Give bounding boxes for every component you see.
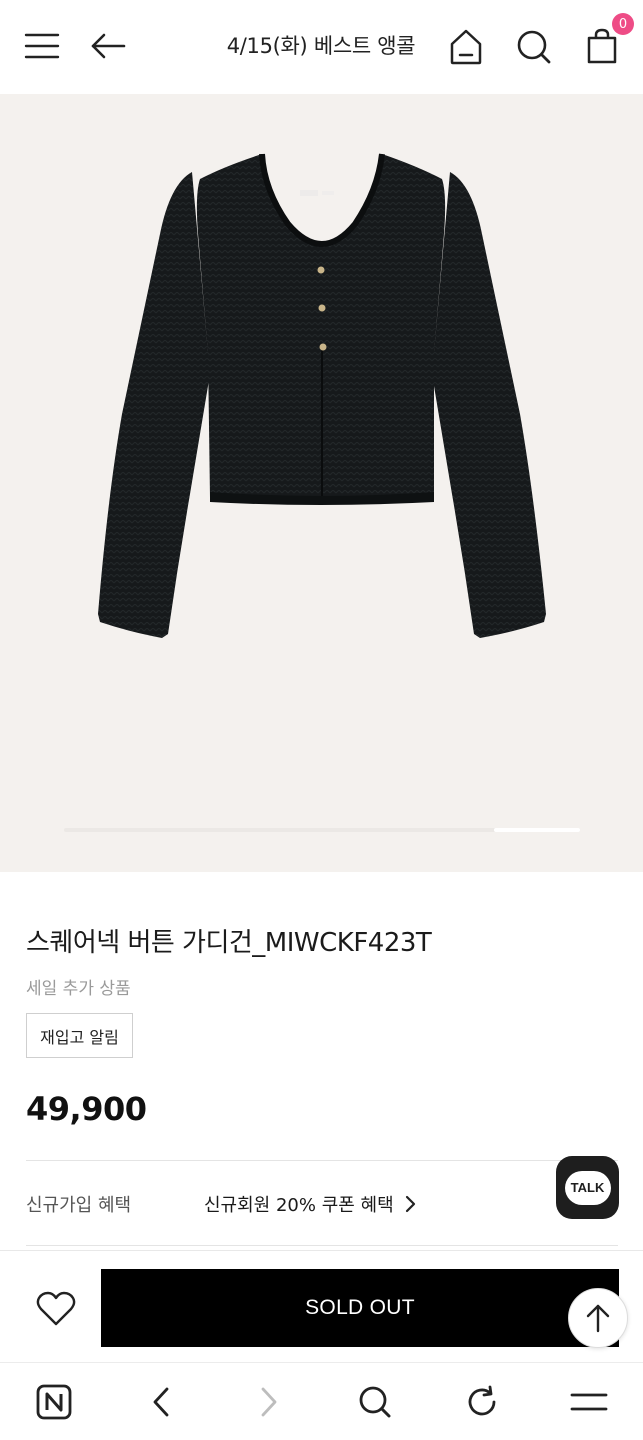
heart-icon (36, 1291, 76, 1326)
browser-forward-button[interactable] (244, 1377, 294, 1427)
home-icon[interactable] (444, 26, 488, 68)
product-name: 스퀘어넥 버튼 가디건_MIWCKF423T (26, 928, 432, 958)
browser-search-button[interactable] (350, 1377, 400, 1427)
refresh-icon (468, 1385, 496, 1416)
benefit-label: 신규가입 혜택 (26, 1195, 132, 1216)
naver-home-button[interactable] (29, 1377, 79, 1427)
chevron-left-icon (153, 1387, 169, 1417)
product-tag: 세일 추가 상품 (26, 979, 131, 999)
cart-count-badge: 0 (612, 13, 634, 35)
browser-bottom-nav (0, 1362, 643, 1440)
benefit-link[interactable]: 신규회원 20% 쿠폰 혜택 (204, 1191, 416, 1217)
menu-icon (570, 1393, 608, 1411)
search-icon[interactable] (512, 26, 556, 68)
page-title: 4/15(화) 베스트 앵콜 (226, 34, 416, 58)
naver-n-icon (36, 1384, 72, 1420)
search-icon (359, 1386, 391, 1418)
divider (26, 1245, 618, 1246)
chevron-right-icon (405, 1195, 415, 1213)
product-image-gallery[interactable] (0, 94, 643, 872)
product-price: 49,900 (26, 1090, 147, 1128)
top-header: 4/15(화) 베스트 앵콜 0 (0, 0, 643, 94)
sold-out-button[interactable]: SOLD OUT (101, 1269, 619, 1347)
wishlist-button[interactable] (30, 1287, 82, 1331)
product-image (98, 153, 546, 638)
talk-bubble-icon: TALK (564, 1170, 611, 1205)
browser-menu-button[interactable] (564, 1377, 614, 1427)
browser-refresh-button[interactable] (457, 1377, 507, 1427)
restock-alert-button[interactable]: 재입고 알림 (26, 1013, 133, 1058)
cart-icon[interactable]: 0 (582, 13, 634, 66)
benefit-value: 신규회원 20% 쿠폰 혜택 (204, 1195, 394, 1216)
browser-back-button[interactable] (136, 1377, 186, 1427)
talk-label: TALK (570, 1180, 605, 1195)
kakao-talk-button[interactable]: TALK (556, 1156, 619, 1219)
back-arrow-icon[interactable] (88, 28, 128, 64)
arrow-up-icon (586, 1304, 610, 1333)
divider (26, 1160, 618, 1161)
chevron-right-icon (261, 1387, 277, 1417)
gallery-progress-indicator (494, 828, 580, 832)
gallery-progress-track (64, 828, 580, 832)
menu-icon[interactable] (22, 28, 62, 64)
scroll-to-top-button[interactable] (568, 1288, 628, 1348)
purchase-action-bar: SOLD OUT (0, 1250, 643, 1362)
